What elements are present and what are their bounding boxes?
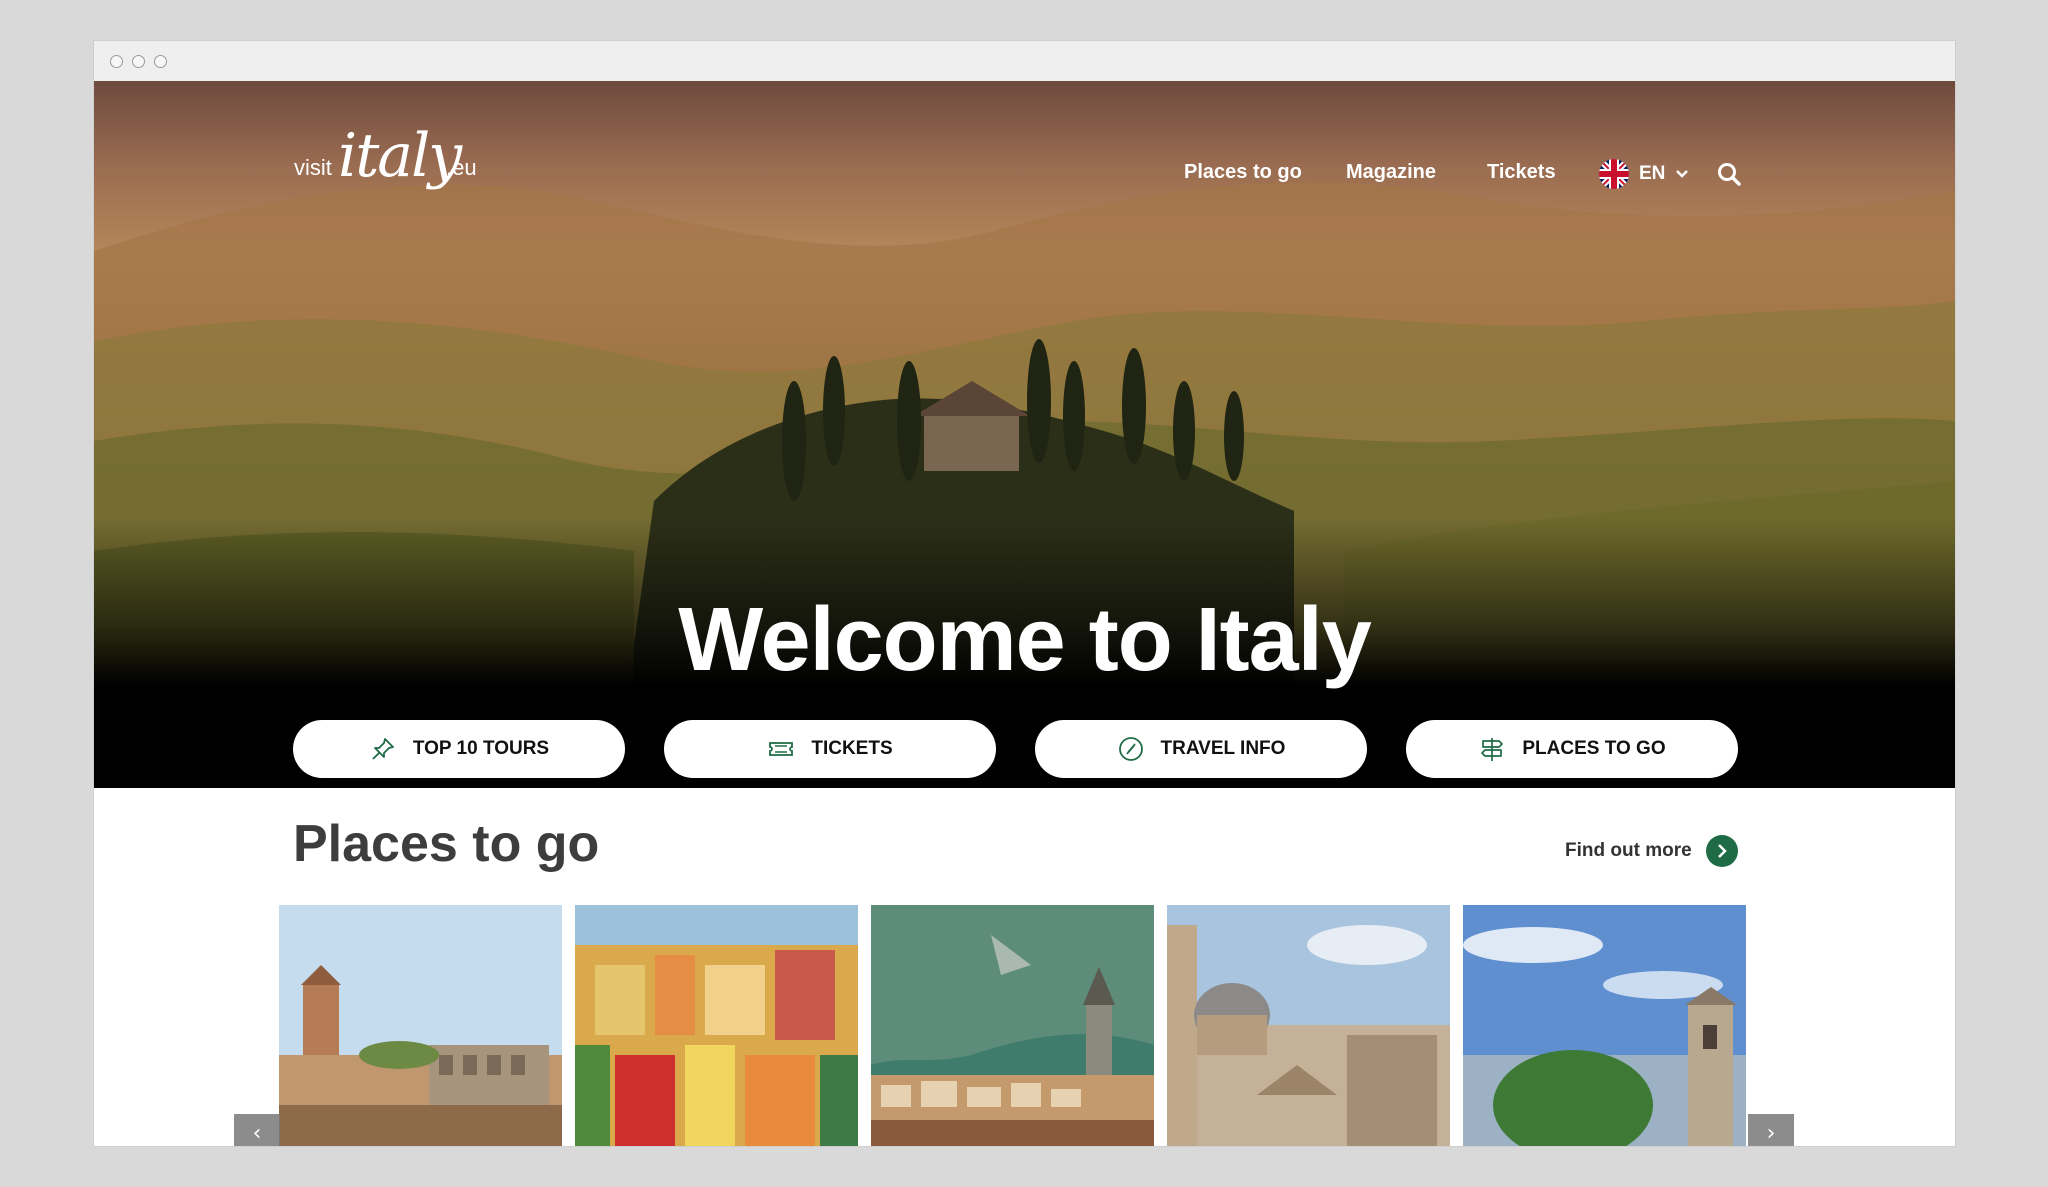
tickets-label: TICKETS — [811, 738, 893, 759]
place-card-cathedral-town[interactable] — [1167, 905, 1450, 1146]
uk-flag-icon — [1599, 159, 1629, 189]
language-label: EN — [1639, 163, 1666, 184]
visititaly-logo[interactable]: visit italy .eu — [294, 115, 494, 195]
place-card-cinque-terre[interactable] — [575, 905, 858, 1146]
chevron-down-icon — [1676, 170, 1689, 178]
hero-title: Welcome to Italy — [678, 590, 1372, 690]
find-out-more-link[interactable]: Find out more — [1565, 835, 1738, 867]
section-title-places-to-go: Places to go — [293, 815, 600, 873]
ticket-icon — [769, 742, 794, 756]
nav-item-tickets[interactable]: Tickets — [1487, 161, 1556, 184]
logo-text-visit: visit — [294, 155, 332, 180]
pin-icon — [372, 738, 394, 760]
find-out-more-label: Find out more — [1565, 840, 1692, 861]
travel-info-label: TRAVEL INFO — [1160, 738, 1286, 759]
carousel-prev-button[interactable]: ‹ — [234, 1114, 280, 1146]
nav-item-places-to-go[interactable]: Places to go — [1184, 161, 1302, 184]
window-maximize-button[interactable] — [154, 55, 167, 68]
place-card-lake-town[interactable] — [871, 905, 1154, 1146]
travel-info-button[interactable]: TRAVEL INFO — [1035, 720, 1367, 778]
hill-town-image — [1463, 905, 1746, 1146]
cinque-terre-image — [575, 905, 858, 1146]
language-selector[interactable]: EN — [1599, 159, 1689, 189]
logo-text-eu: .eu — [446, 155, 477, 180]
window-minimize-button[interactable] — [132, 55, 145, 68]
logo-text-italy: italy — [338, 121, 462, 191]
places-to-go-label: PLACES TO GO — [1522, 738, 1666, 759]
signpost-icon — [1481, 738, 1504, 761]
place-card-rome[interactable] — [279, 905, 562, 1146]
compass-icon — [1118, 737, 1143, 761]
window-close-button[interactable] — [110, 55, 123, 68]
cathedral-town-image — [1167, 905, 1450, 1146]
lake-town-image — [871, 905, 1154, 1146]
rome-image — [279, 905, 562, 1146]
tickets-button[interactable]: TICKETS — [664, 720, 996, 778]
arrow-right-icon — [1705, 835, 1738, 867]
browser-window: visit italy .eu Places to go Magazine Ti… — [94, 41, 1955, 1146]
carousel-next-button[interactable]: › — [1748, 1114, 1794, 1146]
place-card-hill-town[interactable] — [1463, 905, 1746, 1146]
top-10-tours-button[interactable]: TOP 10 TOURS — [293, 720, 625, 778]
nav-item-magazine[interactable]: Magazine — [1346, 161, 1436, 184]
top-10-tours-label: TOP 10 TOURS — [412, 738, 550, 759]
window-titlebar — [94, 41, 1955, 82]
places-to-go-button[interactable]: PLACES TO GO — [1406, 720, 1738, 778]
search-icon[interactable] — [1716, 161, 1742, 187]
hero-section: visit italy .eu Places to go Magazine Ti… — [94, 81, 1955, 788]
